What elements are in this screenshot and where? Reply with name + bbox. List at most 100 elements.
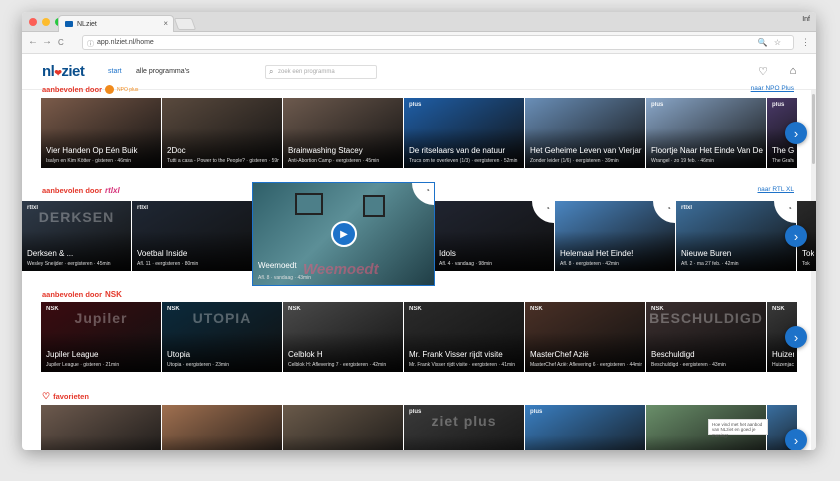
back-arrow-icon[interactable]: ← bbox=[28, 36, 38, 47]
address-bar: ← → C ⓘ app.nlziet.nl/home 🔍☆ ⋮ bbox=[22, 32, 816, 54]
scroll-right-arrow-icon[interactable]: › bbox=[785, 122, 807, 144]
tile-title: Nieuwe Buren bbox=[681, 249, 732, 258]
play-icon[interactable]: ▶ bbox=[331, 221, 357, 247]
search-placeholder: zoek een programma bbox=[278, 69, 335, 75]
home-icon[interactable]: ⌂ bbox=[786, 65, 800, 79]
browser-tab[interactable]: NLziet × bbox=[58, 15, 174, 32]
rtlxl-logo-icon: rtlxl bbox=[105, 186, 120, 195]
channel-badge: rtlxl bbox=[137, 205, 149, 211]
tile-meta: Wrangel · zo 19 feb. · 46min bbox=[651, 158, 714, 164]
program-tile[interactable]: Vier Handen Op Eén Buik Isalyn en Kim Köt… bbox=[41, 98, 161, 168]
nav-start-link[interactable]: start bbox=[108, 68, 122, 75]
watchlist-corner-icon[interactable]: ◔ bbox=[774, 201, 796, 223]
channel-badge: NSK bbox=[409, 306, 422, 312]
program-tile[interactable]: plus De ritselaars van de natuur Trucs om … bbox=[404, 98, 524, 168]
channel-badge: NSK bbox=[530, 306, 543, 312]
program-tile[interactable]: rtlxl Voetbal Inside Afl. 11 · eergisteren… bbox=[132, 201, 252, 271]
program-tile[interactable] bbox=[283, 405, 403, 450]
tile-title: Voetbal Inside bbox=[137, 249, 188, 258]
program-tile[interactable]: UTOPIA NSK Utopia Utopia · eergisteren · 23… bbox=[162, 302, 282, 372]
channel-badge: NSK bbox=[772, 306, 785, 312]
watchlist-corner-icon[interactable]: ◔ bbox=[532, 201, 554, 223]
feedback-popup[interactable]: Hoe vind met het aanbod van NLziet en go… bbox=[708, 419, 768, 438]
close-window-button[interactable] bbox=[29, 18, 37, 26]
tile-title: Tok bbox=[802, 249, 814, 258]
program-tile[interactable]: NSK Mr. Frank Visser rijdt visite Mr. Fran… bbox=[404, 302, 524, 372]
tile-meta: Anti-Abortion Camp · eergisteren · 45min bbox=[288, 158, 380, 164]
tile-watermark: Weemoedt bbox=[303, 261, 379, 278]
featured-tile-weemoedt[interactable]: Weemoedt ▶ ◔ Weemoedt Afl. 8 · vandaag ·… bbox=[252, 182, 435, 286]
program-tile[interactable]: DERKSEN rtlxl Derksen & ... Wesley Sneijder… bbox=[22, 201, 131, 271]
tile-title: Weemoedt bbox=[258, 261, 297, 270]
program-tile[interactable]: rtlxl Nieuwe Buren Afl. 2 · ma 27 feb. · 4… bbox=[676, 201, 796, 271]
nlziet-logo[interactable]: nl❤ziet bbox=[42, 63, 85, 80]
scroll-right-arrow-icon[interactable]: › bbox=[785, 429, 807, 450]
tile-meta: Utopia · eergisteren · 23min bbox=[167, 362, 229, 368]
tile-meta: Huizenjacht · eer bbox=[772, 362, 794, 368]
npo-brand-label: NPO plus bbox=[117, 86, 139, 93]
program-tile[interactable] bbox=[162, 405, 282, 450]
tile-title: Idols bbox=[439, 249, 456, 258]
watchlist-corner-icon[interactable]: ◔ bbox=[653, 201, 675, 223]
program-tile[interactable]: ziet plus plus bbox=[404, 405, 524, 450]
search-icon: ⌕ bbox=[269, 67, 274, 76]
channel-badge: NSK bbox=[651, 306, 664, 312]
tile-meta: Beschuldigd · eergisteren · 43min bbox=[651, 362, 726, 368]
new-tab-button[interactable] bbox=[173, 18, 197, 30]
tile-gradient bbox=[404, 435, 524, 450]
tile-meta: Celblok H: Aflevering 7 · eergisteren · … bbox=[288, 362, 387, 368]
program-tile[interactable]: BESCHULDIGD NSK Beschuldigd Beschuldigd · e… bbox=[646, 302, 766, 372]
site-header: nl❤ziet start alle programma's ⌕ zoek ee… bbox=[22, 54, 816, 90]
forward-arrow-icon[interactable]: → bbox=[42, 36, 52, 47]
npo-plus-link[interactable]: naar NPO Plus bbox=[751, 85, 794, 92]
logo-nl: nl bbox=[42, 63, 55, 80]
channel-badge: plus bbox=[651, 102, 664, 108]
section-title-text: aanbevolen door bbox=[42, 186, 103, 195]
channel-badge: plus bbox=[530, 409, 543, 415]
tile-watermark: Jupiler bbox=[74, 310, 128, 326]
reload-icon[interactable]: C bbox=[58, 38, 64, 47]
channel-badge: plus bbox=[409, 409, 422, 415]
section-title-npo: aanbevolen door NPO plus bbox=[42, 85, 138, 94]
tile-title: MasterChef Azië bbox=[530, 350, 589, 359]
section-title-nsk: aanbevolen door NSK bbox=[42, 290, 122, 299]
bookmark-star-icon[interactable]: 🔍☆ bbox=[758, 38, 787, 47]
scroll-right-arrow-icon[interactable]: › bbox=[785, 326, 807, 348]
program-tile[interactable]: Brainwashing Stacey Anti-Abortion Camp · … bbox=[283, 98, 403, 168]
browser-menu-icon[interactable]: ⋮ bbox=[801, 37, 810, 48]
program-tile[interactable]: plus Floortje Naar Het Einde Van De Werel… bbox=[646, 98, 766, 168]
program-tile[interactable]: Idols Afl. 4 · vandaag · 98min ◔ bbox=[434, 201, 554, 271]
tab-close-icon[interactable]: × bbox=[163, 19, 168, 28]
url-field[interactable]: ⓘ app.nlziet.nl/home 🔍☆ bbox=[82, 35, 794, 50]
program-tile[interactable] bbox=[41, 405, 161, 450]
channel-badge: plus bbox=[772, 102, 785, 108]
program-tile[interactable]: Het Geheime Leven van Vierjarigen Zonder … bbox=[525, 98, 645, 168]
tile-gradient bbox=[525, 435, 645, 450]
tile-meta: Mr. Frank Visser rijdt visite · eergiste… bbox=[409, 362, 516, 368]
scroll-right-arrow-icon[interactable]: › bbox=[785, 225, 807, 247]
profile-label[interactable]: Inf bbox=[802, 16, 810, 23]
minimize-window-button[interactable] bbox=[42, 18, 50, 26]
tile-gradient bbox=[41, 435, 161, 450]
tile-meta: Jupiler League · gisteren · 21min bbox=[46, 362, 120, 368]
program-tile[interactable]: NSK Celblok H Celblok H: Aflevering 7 · ee… bbox=[283, 302, 403, 372]
rtl-xl-link[interactable]: naar RTL XL bbox=[758, 186, 795, 193]
section-title-rtl: aanbevolen door rtlxl bbox=[42, 186, 120, 195]
search-input[interactable]: ⌕ zoek een programma bbox=[265, 65, 377, 79]
tile-meta: Afl. 4 · vandaag · 98min bbox=[439, 261, 493, 267]
tile-title: Huizenjacht bbox=[772, 350, 794, 359]
info-icon[interactable]: ⓘ bbox=[87, 39, 94, 49]
tile-title: Brainwashing Stacey bbox=[288, 146, 363, 155]
url-text: app.nlziet.nl/home bbox=[97, 39, 154, 46]
program-tile[interactable]: Jupiler NSK Jupiler League Jupiler League ·… bbox=[41, 302, 161, 372]
favorites-heart-icon[interactable]: ♡ bbox=[756, 65, 770, 79]
program-tile[interactable]: plusFloortje Naar Het Einde Van De bbox=[525, 405, 645, 450]
scrollbar-thumb[interactable] bbox=[812, 94, 815, 164]
program-tile[interactable]: 2Doc Tutti a casa - Power to the People? … bbox=[162, 98, 282, 168]
tile-meta: Tutti a casa - Power to the People? · gi… bbox=[167, 158, 279, 164]
tile-title: Het Geheime Leven van Vierjarigen bbox=[530, 146, 642, 155]
program-tile[interactable]: NSK MasterChef Azië MasterChef Azië: Aflev… bbox=[525, 302, 645, 372]
program-tile[interactable]: Helemaal Het Einde! Afl. 8 · eergisteren … bbox=[555, 201, 675, 271]
browser-window: NLziet × Inf ← → C ⓘ app.nlziet.nl/home … bbox=[22, 12, 816, 450]
nav-all-programs-link[interactable]: alle programma's bbox=[136, 68, 189, 75]
